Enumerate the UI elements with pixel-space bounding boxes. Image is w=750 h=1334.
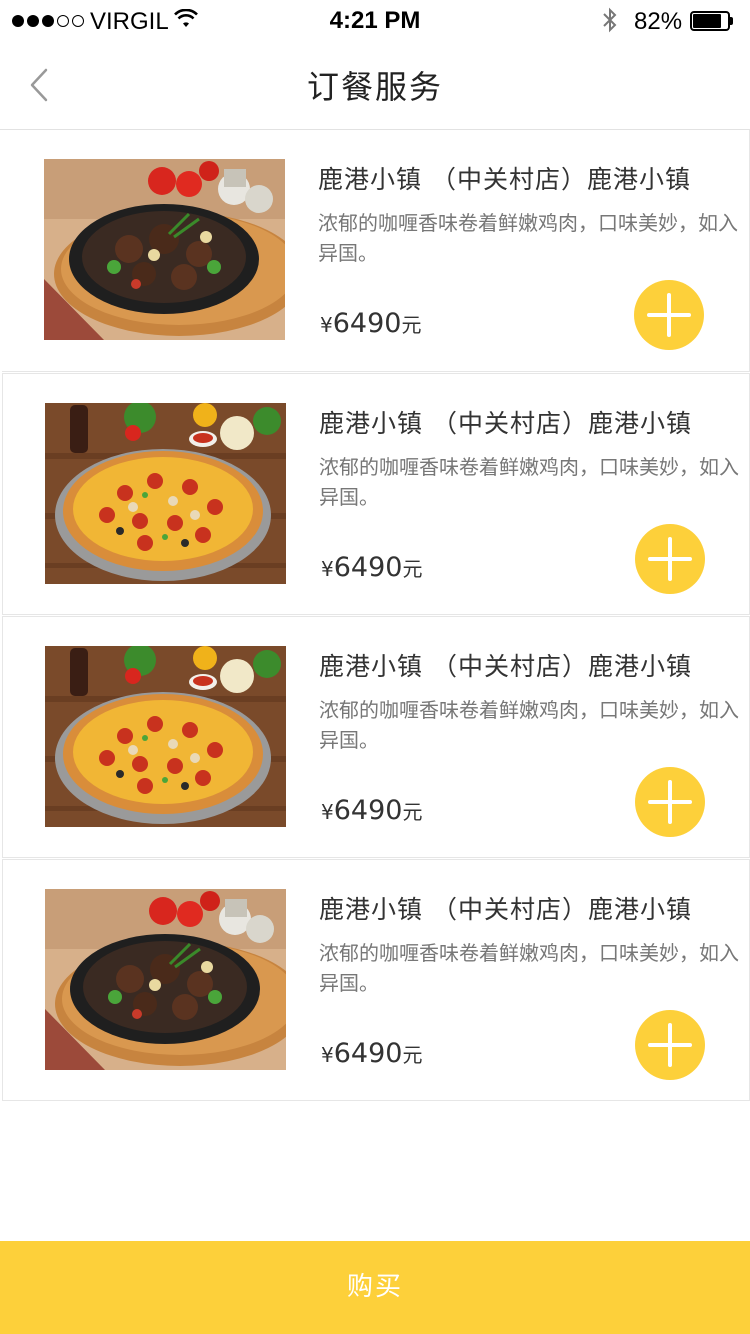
- price-symbol: ¥: [321, 800, 334, 824]
- price-symbol: ¥: [320, 313, 333, 337]
- item-description: 浓郁的咖喱香味卷着鲜嫩鸡肉，口味美妙，如入异国。: [318, 211, 738, 265]
- price-symbol: ¥: [321, 557, 334, 581]
- price-value: 6490: [333, 795, 403, 826]
- item-title: 鹿港小镇 （中关村店）鹿港小镇: [319, 895, 692, 924]
- dish-image: [45, 646, 286, 827]
- price-unit: 元: [402, 800, 423, 824]
- nav-bar: 订餐服务: [0, 42, 750, 130]
- list-item[interactable]: 鹿港小镇 （中关村店）鹿港小镇 浓郁的咖喱香味卷着鲜嫩鸡肉，口味美妙，如入异国。…: [2, 859, 750, 1101]
- item-price: ¥6490元: [320, 308, 421, 339]
- add-button[interactable]: [635, 767, 705, 837]
- item-title: 鹿港小镇 （中关村店）鹿港小镇: [319, 652, 692, 681]
- price-value: 6490: [333, 1038, 403, 1069]
- add-button[interactable]: [635, 1010, 705, 1080]
- price-unit: 元: [402, 1043, 423, 1067]
- battery-icon: [690, 11, 734, 31]
- item-price: ¥6490元: [321, 795, 422, 826]
- item-description: 浓郁的咖喱香味卷着鲜嫩鸡肉，口味美妙，如入异国。: [319, 455, 739, 509]
- item-price: ¥6490元: [321, 552, 422, 583]
- price-symbol: ¥: [321, 1043, 334, 1067]
- item-description: 浓郁的咖喱香味卷着鲜嫩鸡肉，口味美妙，如入异国。: [319, 698, 739, 752]
- list-item[interactable]: 鹿港小镇 （中关村店）鹿港小镇 浓郁的咖喱香味卷着鲜嫩鸡肉，口味美妙，如入异国。…: [2, 130, 750, 372]
- add-button[interactable]: [635, 524, 705, 594]
- item-title: 鹿港小镇 （中关村店）鹿港小镇: [319, 409, 692, 438]
- page-title: 订餐服务: [306, 68, 443, 106]
- price-value: 6490: [333, 552, 403, 583]
- item-title: 鹿港小镇 （中关村店）鹿港小镇: [318, 165, 691, 194]
- list-item[interactable]: 鹿港小镇 （中关村店）鹿港小镇 浓郁的咖喱香味卷着鲜嫩鸡肉，口味美妙，如入异国。…: [2, 373, 750, 615]
- list-item[interactable]: 鹿港小镇 （中关村店）鹿港小镇 浓郁的咖喱香味卷着鲜嫩鸡肉，口味美妙，如入异国。…: [2, 616, 750, 858]
- item-price: ¥6490元: [321, 1038, 422, 1069]
- add-button[interactable]: [634, 280, 704, 350]
- battery-percent: 82%: [634, 8, 683, 35]
- status-bar: VIRGIL 4:21 PM 82%: [0, 0, 750, 42]
- menu-list: 鹿港小镇 （中关村店）鹿港小镇 浓郁的咖喱香味卷着鲜嫩鸡肉，口味美妙，如入异国。…: [0, 130, 750, 1101]
- price-unit: 元: [402, 557, 423, 581]
- buy-button[interactable]: 购买: [0, 1241, 750, 1334]
- dish-image: [45, 889, 286, 1070]
- price-value: 6490: [332, 308, 402, 339]
- dish-image: [44, 159, 285, 340]
- battery-level: [693, 14, 721, 28]
- price-unit: 元: [401, 313, 422, 337]
- dish-image: [45, 403, 286, 584]
- bluetooth-icon: [601, 7, 619, 37]
- item-description: 浓郁的咖喱香味卷着鲜嫩鸡肉，口味美妙，如入异国。: [319, 941, 739, 995]
